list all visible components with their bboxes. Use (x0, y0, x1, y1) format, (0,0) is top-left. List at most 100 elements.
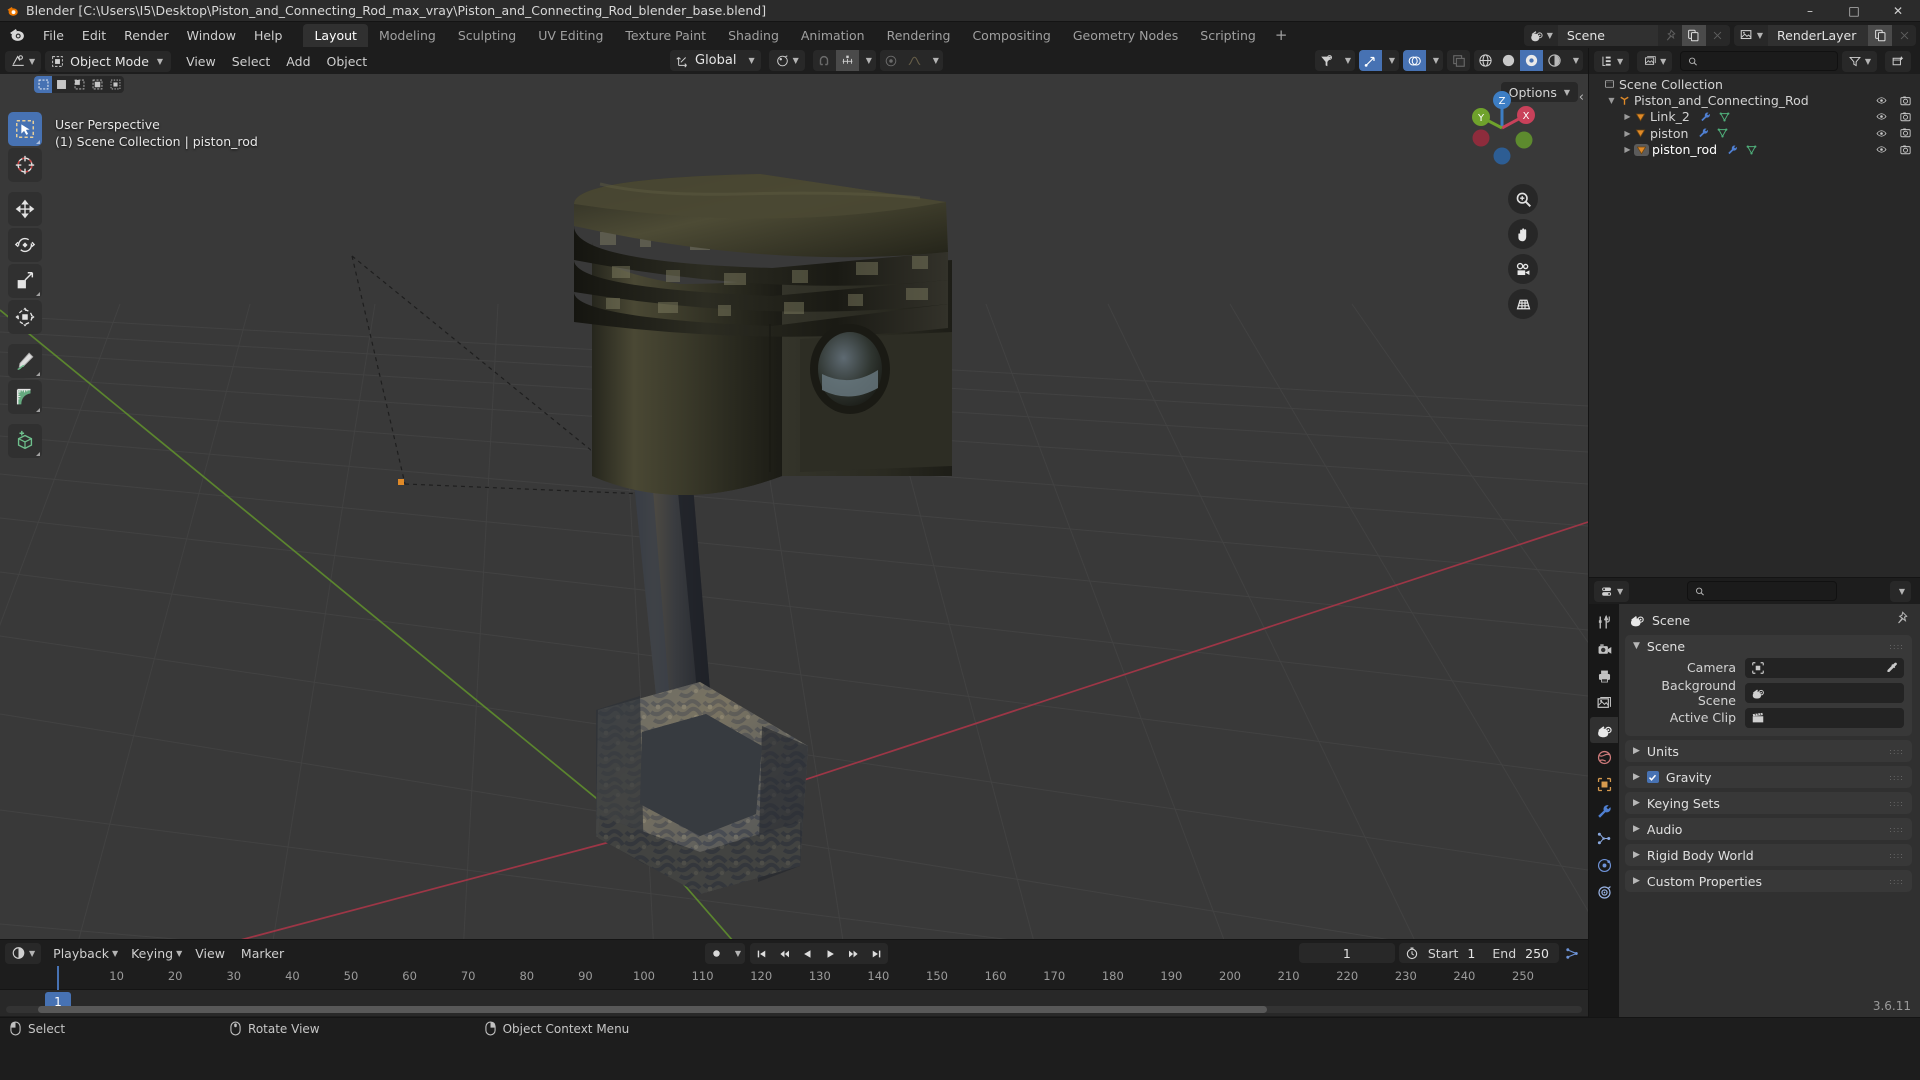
properties-panel-audio[interactable]: ▶ Audio :::: (1625, 818, 1912, 840)
falloff-dropdown-chevron-icon[interactable]: ▼ (926, 50, 943, 71)
select-mode-tweak-icon[interactable] (34, 76, 52, 93)
properties-tab-scene[interactable] (1590, 717, 1618, 743)
show-overlays-icon[interactable] (1403, 50, 1426, 71)
auto-keying-chevron-icon[interactable]: ▼ (728, 943, 745, 964)
auto-keying-toggle[interactable]: ▼ (705, 943, 745, 964)
pin-properties-icon[interactable] (1894, 611, 1908, 625)
tab-animation[interactable]: Animation (790, 24, 876, 47)
blender-menu-icon[interactable] (8, 25, 28, 45)
disable-in-renders-icon[interactable] (1899, 144, 1912, 156)
jump-to-start-icon[interactable] (750, 943, 773, 964)
pin-scene-icon[interactable] (1658, 25, 1682, 46)
close-button[interactable]: ✕ (1876, 0, 1920, 22)
properties-panel-units[interactable]: ▶ Units :::: (1625, 740, 1912, 762)
scene-name[interactable]: Scene (1557, 24, 1658, 46)
properties-search-input[interactable] (1709, 584, 1829, 598)
new-collection-icon[interactable] (1885, 50, 1911, 72)
overlays-dropdown-chevron-icon[interactable]: ▼ (1426, 50, 1443, 71)
record-icon[interactable] (705, 943, 728, 964)
tab-layout[interactable]: Layout (303, 23, 368, 47)
outliner-row-piston-and-connecting-rod[interactable]: ▼ Piston_and_Connecting_Rod (1589, 92, 1920, 108)
properties-tab-view-layer[interactable] (1590, 690, 1618, 716)
toggle-xray-icon[interactable] (1447, 50, 1470, 71)
modifier-wrench-icon[interactable] (1726, 144, 1739, 156)
properties-panel-custom-properties[interactable]: ▶ Custom Properties :::: (1625, 870, 1912, 892)
menu-file[interactable]: File (34, 25, 73, 46)
interaction-mode-selector[interactable]: Object Mode ▼ (45, 50, 172, 72)
view-layer-name[interactable]: RenderLayer (1768, 24, 1868, 46)
properties-tab-world[interactable] (1590, 744, 1618, 770)
timeline-menu-keying[interactable]: Keying (123, 943, 181, 964)
hide-in-viewport-icon[interactable] (1875, 128, 1888, 139)
shading-solid-icon[interactable] (1497, 50, 1520, 71)
panel-header-gravity[interactable]: ▶ Gravity :::: (1625, 766, 1912, 788)
cursor-tool[interactable] (8, 148, 42, 182)
disclosure-triangle-icon[interactable]: ▼ (1605, 96, 1618, 105)
jump-to-end-icon[interactable] (865, 943, 888, 964)
open-sidebar-arrow-icon[interactable]: ‹ (1579, 90, 1584, 105)
start-frame-value[interactable]: 1 (1467, 946, 1483, 961)
properties-tab-physics[interactable] (1590, 852, 1618, 878)
shading-rendered-icon[interactable] (1543, 50, 1566, 71)
outliner-row-link-2[interactable]: ▶ Link_2 (1589, 109, 1920, 125)
new-view-layer-icon[interactable] (1868, 24, 1892, 46)
panel-drag-handle[interactable]: :::: (1889, 825, 1904, 834)
shading-dropdown-chevron-icon[interactable]: ▼ (1566, 50, 1583, 71)
disclosure-triangle-icon[interactable]: ▶ (1621, 145, 1634, 154)
tab-compositing[interactable]: Compositing (961, 24, 1061, 47)
timeline-menu-marker[interactable]: Marker (233, 943, 292, 964)
select-mode-intersect-icon[interactable] (106, 76, 124, 93)
timeline-track-area[interactable]: 1 (0, 990, 1588, 1016)
add-cube-tool[interactable] (8, 424, 42, 458)
outliner-tree[interactable]: Scene Collection ▼ Piston_and_Connecting… (1589, 74, 1920, 577)
snapping-dropdown-chevron-icon[interactable]: ▼ (859, 50, 876, 71)
navigation-gizmo[interactable]: Z X Y (1456, 82, 1548, 174)
timeline-scrollbar-thumb[interactable] (37, 1006, 1267, 1013)
next-keyframe-icon[interactable] (842, 943, 865, 964)
select-mode-subtract-icon[interactable] (88, 76, 106, 93)
eyedropper-icon[interactable] (1885, 661, 1899, 675)
properties-panel-keying-sets[interactable]: ▶ Keying Sets :::: (1625, 792, 1912, 814)
menu-window[interactable]: Window (178, 25, 245, 46)
properties-tab-tool[interactable] (1590, 609, 1618, 635)
mesh-data-icon[interactable] (1716, 127, 1729, 139)
properties-panel-rigid-body-world[interactable]: ▶ Rigid Body World :::: (1625, 844, 1912, 866)
snap-magnet-icon[interactable] (813, 50, 836, 71)
timeline-ruler[interactable]: 10 20 30 40 50 60 70 80 90 100 110 120 130 140 150 160 1… (0, 966, 1588, 990)
measure-tool[interactable] (8, 380, 42, 414)
toggle-orthographic-icon[interactable] (1508, 289, 1538, 319)
pivot-point-selector[interactable]: ▼ (768, 50, 805, 71)
properties-tab-particles[interactable] (1590, 825, 1618, 851)
timeline-keying-set-icon[interactable] (1563, 946, 1582, 961)
zoom-view-icon[interactable] (1508, 184, 1538, 214)
view-layer-browse-icon[interactable]: ▼ (1734, 25, 1768, 46)
outliner-editor-type-icon[interactable]: ▼ (1594, 50, 1630, 72)
disable-in-renders-icon[interactable] (1899, 127, 1912, 139)
add-workspace-button[interactable]: + (1267, 23, 1296, 47)
minimize-button[interactable]: – (1788, 0, 1832, 22)
panel-header-keying-sets[interactable]: ▶ Keying Sets :::: (1625, 792, 1912, 814)
timeline-scrollbar[interactable] (6, 1006, 1582, 1013)
viewport-menu-select[interactable]: Select (224, 51, 279, 72)
falloff-curve-icon[interactable] (903, 50, 926, 71)
panel-header-custom-properties[interactable]: ▶ Custom Properties :::: (1625, 870, 1912, 892)
tab-modeling[interactable]: Modeling (368, 24, 447, 47)
disclosure-triangle-icon[interactable]: ▶ (1621, 112, 1634, 121)
tab-texture-paint[interactable]: Texture Paint (614, 24, 717, 47)
mesh-data-icon[interactable] (1718, 111, 1731, 123)
visibility-dropdown-chevron-icon[interactable]: ▼ (1338, 50, 1355, 71)
play-reverse-icon[interactable] (796, 943, 819, 964)
modifier-wrench-icon[interactable] (1697, 127, 1710, 139)
previous-keyframe-icon[interactable] (773, 943, 796, 964)
modifier-wrench-icon[interactable] (1699, 111, 1712, 123)
timeline-editor-type-icon[interactable]: ▼ (5, 942, 42, 964)
camera-view-icon[interactable] (1508, 254, 1538, 284)
panel-header-rigid-body-world[interactable]: ▶ Rigid Body World :::: (1625, 844, 1912, 866)
mesh-data-icon[interactable] (1745, 144, 1758, 156)
maximize-button[interactable]: □ (1832, 0, 1876, 22)
disclosure-triangle-icon[interactable]: ▶ (1621, 129, 1634, 138)
properties-panel-gravity[interactable]: ▶ Gravity :::: (1625, 766, 1912, 788)
panel-drag-handle[interactable]: :::: (1889, 877, 1904, 886)
delete-view-layer-icon[interactable] (1892, 25, 1916, 46)
properties-tab-constraints[interactable] (1590, 879, 1618, 905)
